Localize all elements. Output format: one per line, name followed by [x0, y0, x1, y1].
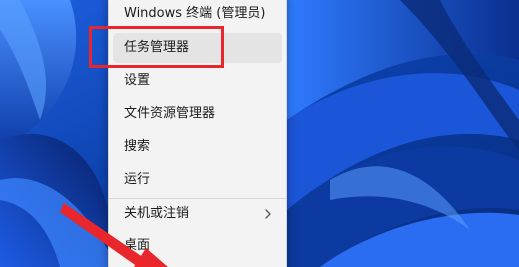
- menu-item-search[interactable]: 搜索: [113, 132, 282, 162]
- menu-item-shutdown-signout[interactable]: 关机或注销: [113, 199, 282, 229]
- menu-item-label: 桌面: [124, 238, 151, 253]
- menu-item-label: 搜索: [124, 139, 151, 154]
- menu-item-run[interactable]: 运行: [113, 165, 282, 195]
- desktop: Windows 终端 (管理员) 任务管理器 设置 文件资源管理器 搜索 运行 …: [0, 0, 519, 267]
- menu-item-label: 关机或注销: [124, 206, 190, 221]
- chevron-right-icon: [265, 209, 271, 219]
- menu-item-label: 文件资源管理器: [124, 106, 216, 121]
- menu-item-label: 运行: [124, 172, 151, 187]
- menu-item-file-explorer[interactable]: 文件资源管理器: [113, 99, 282, 129]
- annotation-highlight-box: [89, 26, 224, 68]
- menu-item-windows-terminal-admin[interactable]: Windows 终端 (管理员): [113, 0, 282, 29]
- menu-item-label: 设置: [124, 73, 151, 88]
- menu-item-settings[interactable]: 设置: [113, 66, 282, 96]
- menu-item-label: Windows 终端 (管理员): [124, 6, 266, 21]
- menu-item-desktop[interactable]: 桌面: [113, 231, 282, 261]
